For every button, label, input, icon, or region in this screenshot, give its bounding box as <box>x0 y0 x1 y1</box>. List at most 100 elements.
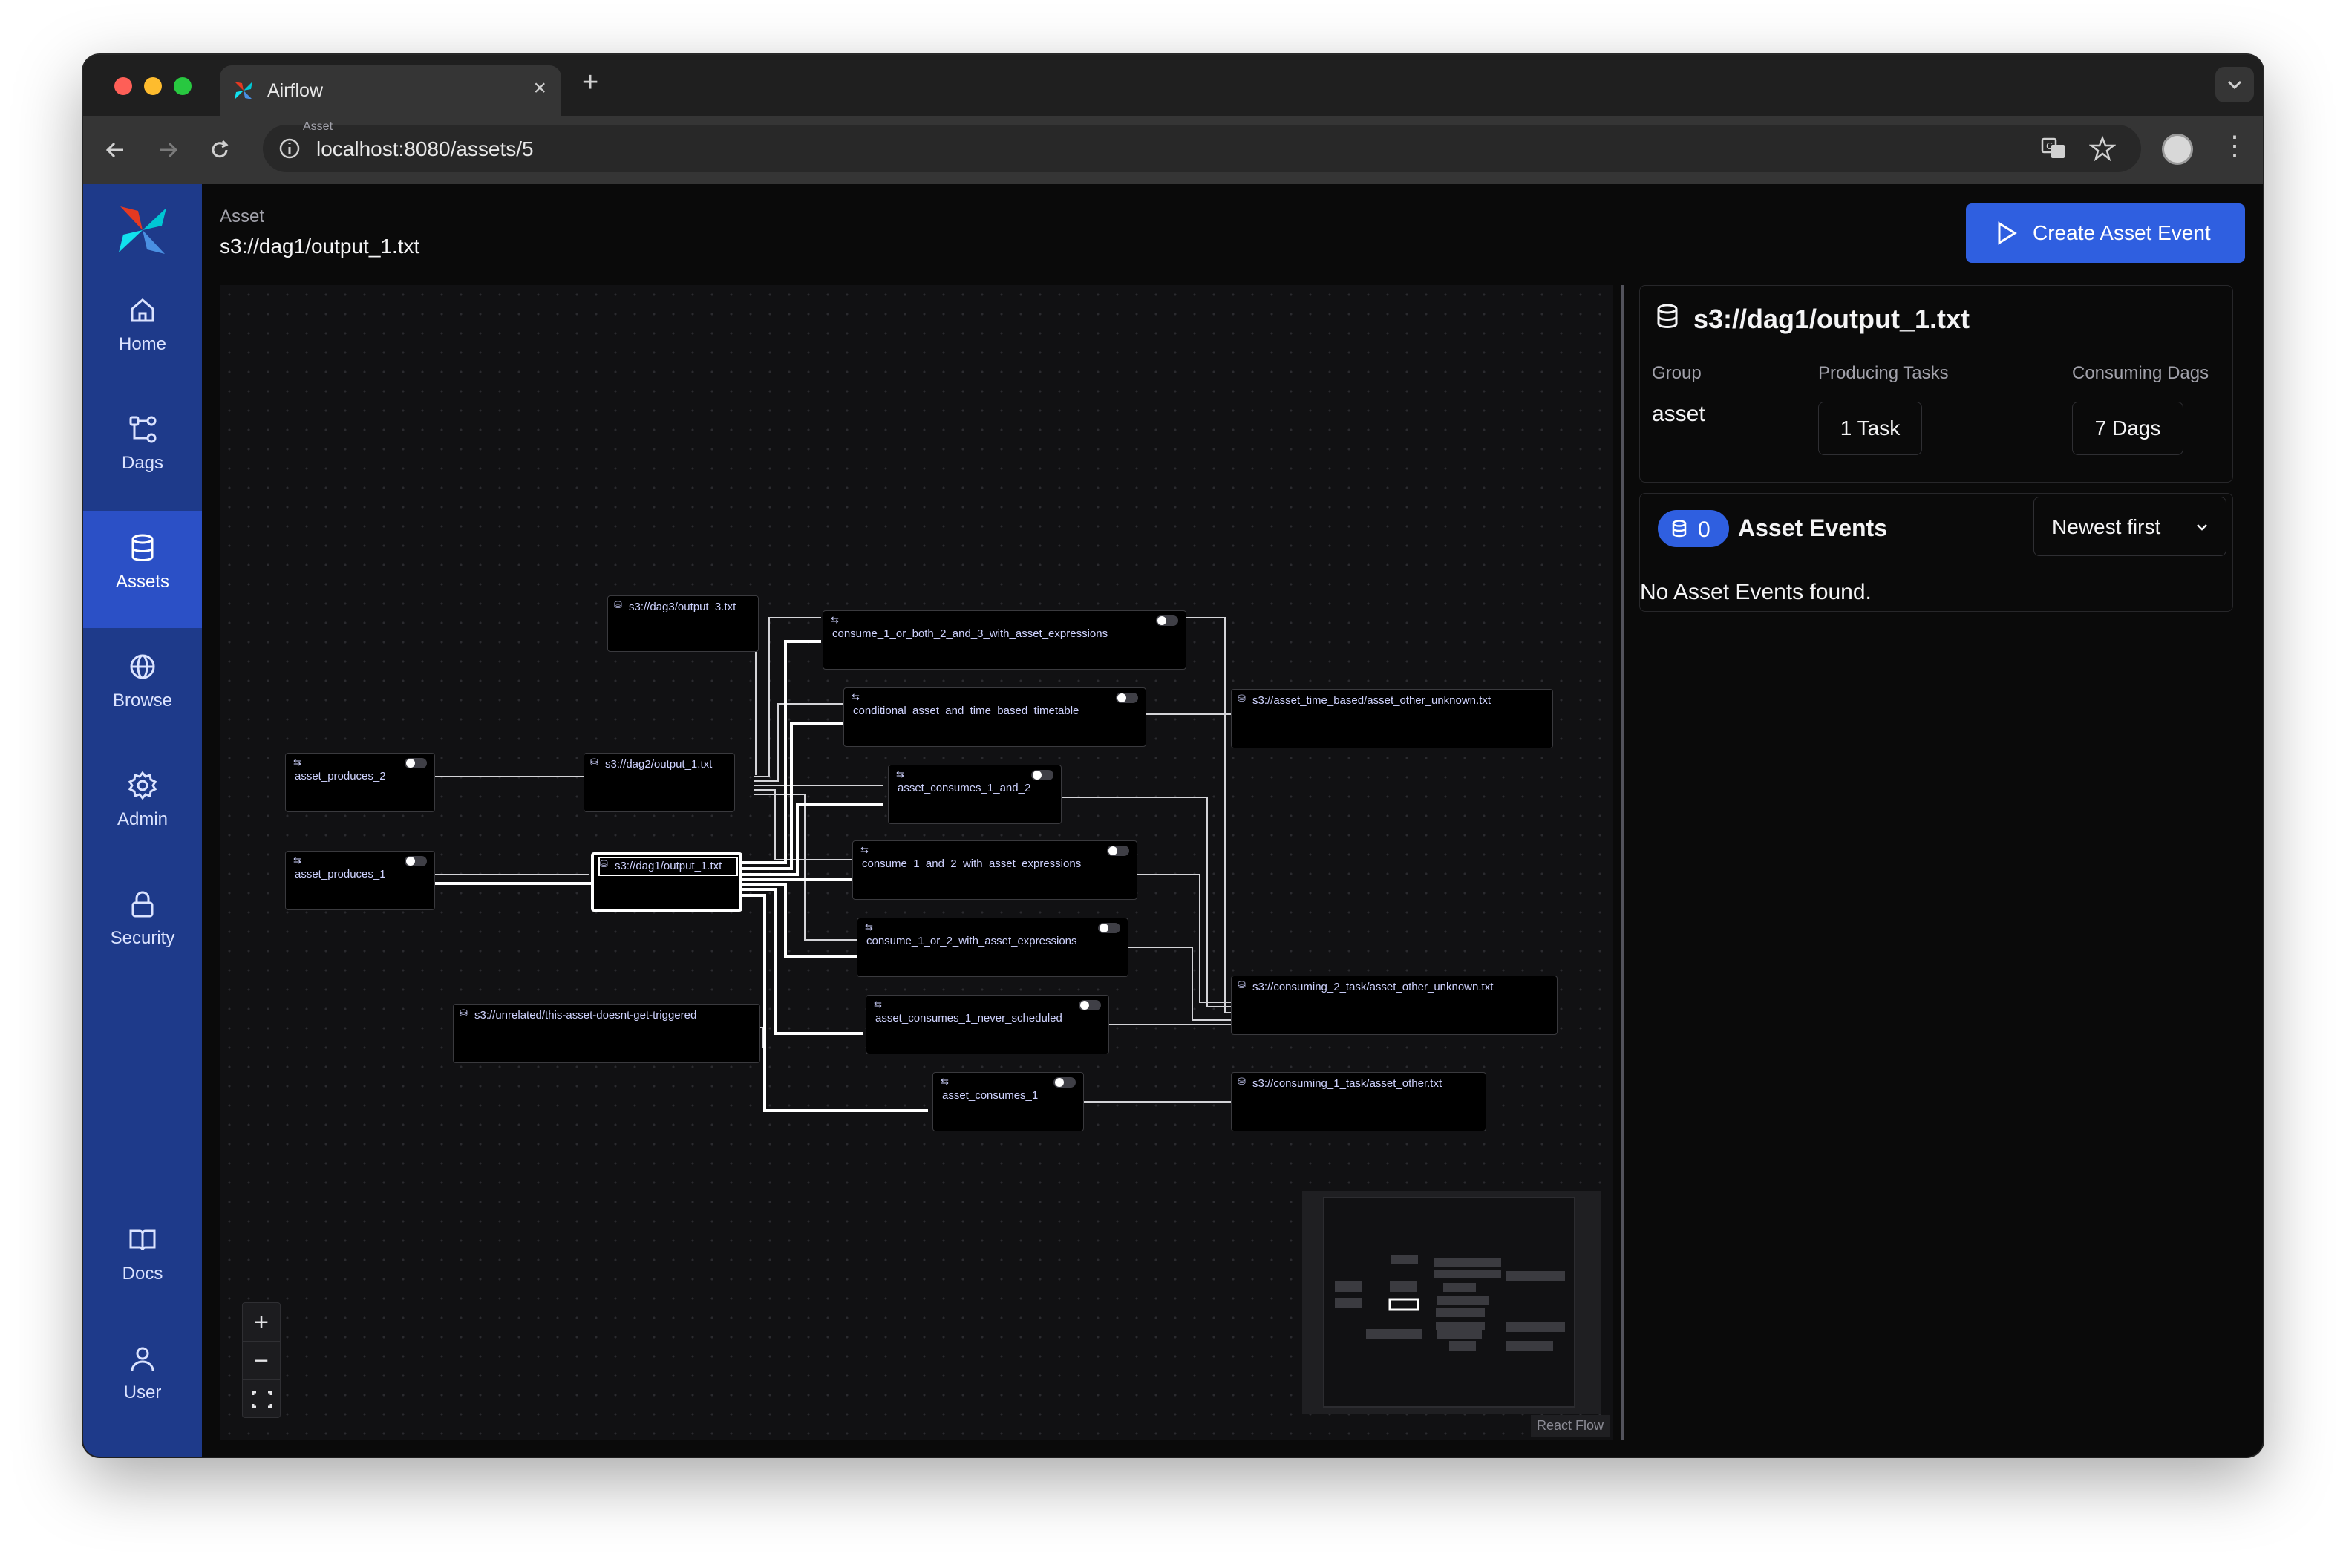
graph-minimap[interactable] <box>1302 1191 1601 1414</box>
graph-edge <box>1128 947 1232 1021</box>
site-info-icon[interactable] <box>278 137 301 160</box>
sidebar-item-security[interactable]: Security <box>83 867 202 984</box>
dag-pause-toggle[interactable] <box>1156 615 1178 626</box>
graph-node-asset[interactable]: s3://dag3/output_3.txt ⛁ <box>607 595 759 652</box>
minimap-nodes <box>1335 1255 1565 1351</box>
sidebar-item-dags[interactable]: Dags <box>83 392 202 509</box>
dag-pause-toggle[interactable] <box>1053 1077 1076 1088</box>
graph-node-asset[interactable]: ⛁ s3://consuming_2_task/asset_other_unkn… <box>1231 976 1558 1035</box>
sidebar-item-label: Security <box>110 928 175 948</box>
browser-toolbar: localhost:8080/assets/5 G ⋮ <box>83 116 2263 184</box>
airflow-logo[interactable] <box>113 200 172 260</box>
details-panel <box>1621 285 1624 1440</box>
dag-icon: ⇆ <box>293 757 301 768</box>
create-asset-event-button[interactable]: Create Asset Event <box>1966 203 2245 263</box>
dag-icon: ⇆ <box>852 691 860 702</box>
graph-edge <box>754 703 843 782</box>
consuming-dags-label: Consuming Dags <box>2072 363 2209 383</box>
group-label: Group <box>1652 363 1702 383</box>
dag-pause-toggle[interactable] <box>405 758 427 768</box>
url-text[interactable]: localhost:8080/assets/5 <box>316 137 534 161</box>
dag-pause-toggle[interactable] <box>1031 770 1053 780</box>
graph-node-dag[interactable]: ⇆ consume_1_and_2_with_asset_expressions <box>852 840 1137 900</box>
graph-node-dag[interactable]: ⇆ asset_consumes_1 <box>932 1072 1084 1131</box>
asset-node-label: s3://consuming_2_task/asset_other_unknow… <box>1252 981 1494 993</box>
asset-node-label: s3://dag2/output_1.txt <box>605 758 713 771</box>
asset-events-card: 0 Asset Events Newest first No Asset Eve… <box>1639 493 2233 612</box>
graph-node-asset[interactable]: ⛁ s3://asset_time_based/asset_other_unkn… <box>1231 689 1553 748</box>
dag-pause-toggle[interactable] <box>1116 693 1138 703</box>
fit-view-button[interactable] <box>243 1380 280 1419</box>
address-bar[interactable]: localhost:8080/assets/5 G <box>263 125 2141 172</box>
sidebar-item-label: Admin <box>117 809 169 829</box>
dag-node-label: asset_consumes_1_never_scheduled <box>875 1012 1062 1025</box>
dag-pause-toggle[interactable] <box>1107 846 1129 856</box>
browser-tab[interactable]: Airflow × <box>220 65 561 116</box>
create-asset-event-label: Create Asset Event <box>2033 221 2211 244</box>
asset-node-label: s3://asset_time_based/asset_other_unknow… <box>1252 694 1491 707</box>
events-count: 0 <box>1698 517 1711 542</box>
asset-details-card: s3://dag1/output_1.txt Group asset Produ… <box>1639 285 2233 483</box>
asset-graph-canvas[interactable]: s3://dag3/output_3.txt ⛁ ⇆ consume_1_or_… <box>220 285 1613 1440</box>
consuming-dags-button[interactable]: 7 Dags <box>2072 402 2183 455</box>
events-count-badge: 0 <box>1658 510 1729 547</box>
fit-view-icon <box>252 1391 272 1408</box>
graph-node-asset[interactable]: ⛁ s3://dag2/output_1.txt <box>584 753 735 812</box>
sidebar-item-home[interactable]: Home <box>83 273 202 391</box>
sidebar-item-docs[interactable]: Docs <box>83 1203 202 1320</box>
minimize-window-dot[interactable] <box>144 77 162 95</box>
chevron-down-icon <box>2197 524 2207 531</box>
sidebar-item-user[interactable]: User <box>83 1322 202 1439</box>
page-area: Asset s3://dag1/output_1.txt Create Asse… <box>202 184 2263 1457</box>
producing-tasks-button[interactable]: 1 Task <box>1818 402 1922 455</box>
graph-node-asset[interactable]: ⛁ s3://consuming_1_task/asset_other.txt <box>1231 1072 1486 1131</box>
graph-node-asset[interactable]: ⛁ s3://unrelated/this-asset-doesnt-get-t… <box>453 1004 760 1063</box>
dag-icon: ⇆ <box>941 1076 949 1087</box>
graph-node-dag[interactable]: ⇆ conditional_asset_and_time_based_timet… <box>843 687 1146 747</box>
dag-pause-toggle[interactable] <box>1079 1000 1101 1010</box>
sidebar-item-label: User <box>123 1382 162 1402</box>
database-icon: ⛁ <box>1238 1076 1246 1087</box>
sidebar-item-admin[interactable]: Admin <box>83 748 202 866</box>
forward-icon[interactable] <box>154 137 181 163</box>
graph-node-dag[interactable]: ⇆ asset_consumes_1_never_scheduled <box>866 995 1109 1054</box>
dag-icon: ⇆ <box>896 768 904 780</box>
dag-node-label: conditional_asset_and_time_based_timetab… <box>853 705 1079 717</box>
dag-node-label: asset_consumes_1 <box>942 1089 1039 1102</box>
user-icon <box>131 1347 154 1371</box>
events-sort-select[interactable]: Newest first <box>2033 497 2226 556</box>
dag-pause-toggle[interactable] <box>1098 923 1120 933</box>
graph-node-dag[interactable]: ⇆ consume_1_or_2_with_asset_expressions <box>857 918 1128 977</box>
sidebar-item-browse[interactable]: Browse <box>83 630 202 747</box>
graph-node-dag[interactable]: ⇆ consume_1_or_both_2_and_3_with_asset_e… <box>823 610 1186 670</box>
svg-text:G: G <box>2046 141 2053 151</box>
graph-edge-highlighted <box>742 722 843 870</box>
page-kicker: Asset <box>303 120 333 133</box>
graph-node-dag[interactable]: ⇆ asset_produces_2 <box>285 753 435 812</box>
dag-pause-toggle[interactable] <box>405 856 427 866</box>
graph-node-dag[interactable]: ⇆ asset_produces_1 <box>285 851 435 910</box>
close-icon[interactable]: × <box>533 76 546 101</box>
database-icon: ⛁ <box>590 757 598 768</box>
events-sort-value: Newest first <box>2052 515 2161 538</box>
profile-avatar[interactable] <box>2162 134 2193 165</box>
graph-edge-highlighted <box>742 888 863 1035</box>
zoom-out-button[interactable]: − <box>243 1342 280 1380</box>
zoom-in-button[interactable]: + <box>243 1303 280 1342</box>
react-flow-attribution[interactable]: React Flow <box>1531 1415 1610 1437</box>
translate-icon[interactable]: G <box>2040 135 2067 162</box>
more-menu-icon[interactable]: ⋮ <box>2221 131 2248 160</box>
reload-icon[interactable] <box>206 137 233 163</box>
back-icon[interactable] <box>102 137 129 163</box>
sidebar-item-assets[interactable]: Assets <box>83 511 202 628</box>
maximize-window-dot[interactable] <box>174 77 192 95</box>
graph-node-dag[interactable]: ⇆ asset_consumes_1_and_2 <box>888 765 1062 824</box>
page-title: s3://dag1/output_1.txt <box>220 235 420 258</box>
new-tab-icon[interactable]: + <box>582 67 598 99</box>
graph-node-asset-selected[interactable]: ⛁ s3://dag1/output_1.txt <box>591 852 742 912</box>
tab-title: Airflow <box>267 80 324 101</box>
tab-list-chevron-icon[interactable] <box>2215 67 2254 102</box>
database-icon <box>131 534 154 561</box>
close-window-dot[interactable] <box>114 77 132 95</box>
bookmark-star-icon[interactable] <box>2089 135 2116 162</box>
